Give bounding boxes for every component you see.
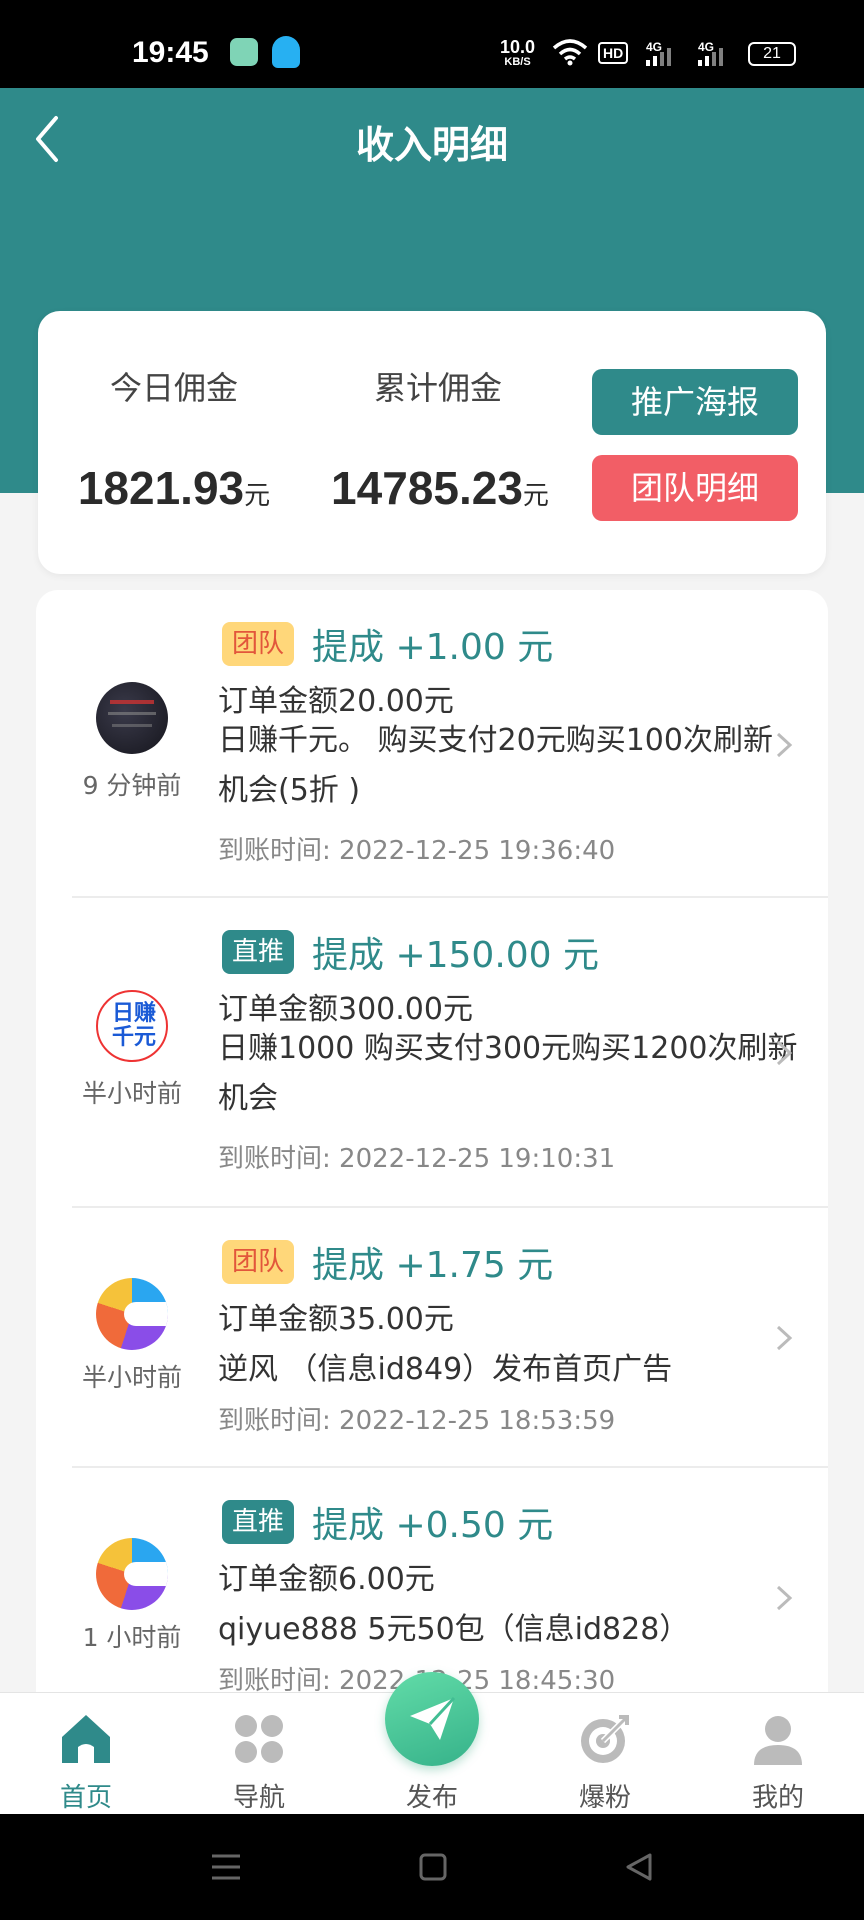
order-amount: 订单金额6.00元 <box>218 1562 435 1597</box>
battery-icon: 21 <box>748 42 796 66</box>
target-icon <box>581 1715 629 1763</box>
status-time: 19:45 <box>132 36 209 69</box>
home-square-icon[interactable] <box>418 1852 448 1882</box>
record-time-ago: 9 分钟前 <box>82 771 182 800</box>
order-description: 逆风 （信息id849）发布首页广告 <box>218 1352 673 1387</box>
qq-icon <box>272 36 300 68</box>
list-item[interactable]: 9 分钟前 团队 提成 +1.00 元 订单金额20.00元 日赚千元。 购买支… <box>36 590 828 898</box>
income-record-list: 9 分钟前 团队 提成 +1.00 元 订单金额20.00元 日赚千元。 购买支… <box>36 590 828 1692</box>
colorful-c-logo-avatar <box>96 1538 168 1610</box>
paper-plane-icon <box>410 1696 456 1740</box>
back-triangle-icon[interactable] <box>624 1852 654 1882</box>
record-time-ago: 1 小时前 <box>82 1623 182 1652</box>
publish-button[interactable] <box>385 1672 479 1766</box>
chevron-right-icon <box>776 1585 793 1611</box>
signal-icon-2 <box>698 48 723 66</box>
arrival-time: 到账时间: 2022-12-25 19:36:40 <box>218 836 616 866</box>
today-commission-label: 今日佣金 <box>109 369 238 407</box>
list-item[interactable]: 半小时前 团队 提成 +1.75 元 订单金额35.00元 逆风 （信息id84… <box>36 1208 828 1468</box>
chevron-right-icon <box>776 1040 793 1066</box>
direct-tag: 直推 <box>222 930 295 974</box>
nav-mine[interactable]: 我的 <box>718 1693 838 1815</box>
record-time-ago: 半小时前 <box>81 1079 182 1108</box>
commission-summary-card: 今日佣金 累计佣金 1821.93元 14785.23元 推广海报 团队明细 <box>38 311 826 574</box>
order-description: qiyue888 5元50包（信息id828） <box>218 1612 690 1647</box>
commission-amount: 提成 +0.50 元 <box>312 1505 554 1546</box>
colorful-c-logo-avatar <box>96 1278 168 1350</box>
menu-icon[interactable] <box>210 1852 242 1882</box>
signal-icon-1 <box>646 48 671 66</box>
nav-navigate[interactable]: 导航 <box>199 1693 319 1815</box>
commission-amount: 提成 +1.75 元 <box>312 1245 554 1286</box>
nav-mine-label: 我的 <box>751 1783 804 1813</box>
direct-tag: 直推 <box>222 1500 295 1544</box>
dark-photo-avatar <box>96 682 168 754</box>
arrival-time: 到账时间: 2022-12-25 19:10:31 <box>218 1144 616 1174</box>
nav-home[interactable]: 首页 <box>26 1693 146 1815</box>
commission-amount: 提成 +150.00 元 <box>312 935 600 976</box>
total-commission-label: 累计佣金 <box>373 369 502 407</box>
order-amount: 订单金额300.00元 <box>218 992 473 1027</box>
order-amount: 订单金额20.00元 <box>218 684 454 719</box>
notification-app-icon <box>230 38 258 66</box>
chevron-right-icon <box>776 1325 793 1351</box>
today-commission-value: 1821.93元 <box>77 462 271 514</box>
home-icon <box>62 1715 110 1763</box>
team-tag: 团队 <box>222 1240 295 1284</box>
record-time-ago: 半小时前 <box>81 1363 182 1392</box>
net-speed: 10.0 KB/S <box>500 37 536 68</box>
user-icon <box>754 1716 802 1765</box>
commission-amount: 提成 +1.00 元 <box>312 627 554 668</box>
status-bar: 19:45 10.0 KB/S HD 4G 4G 21 <box>0 0 864 88</box>
promotion-poster-button[interactable]: 推广海报 <box>592 369 798 435</box>
order-description: 日赚千元。 购买支付20元购买100次刷新机会(5折 ) <box>218 723 773 808</box>
hd-badge: HD <box>598 42 629 64</box>
arrival-time: 到账时间: 2022-12-25 18:53:59 <box>218 1406 616 1436</box>
order-amount: 订单金额35.00元 <box>218 1302 454 1337</box>
nav-boost-label: 爆粉 <box>578 1783 631 1813</box>
chevron-right-icon <box>776 732 793 758</box>
system-navigation-bar <box>0 1814 864 1920</box>
order-description: 日赚1000 购买支付300元购买1200次刷新机会 <box>218 1031 798 1116</box>
nav-publish-label: 发布 <box>405 1783 458 1813</box>
list-item[interactable]: 日赚 千元 半小时前 直推 提成 +150.00 元 订单金额300.00元 日赚… <box>36 898 828 1208</box>
nav-boost[interactable]: 爆粉 <box>545 1693 665 1815</box>
ri-zhuan-qian-yuan-avatar: 日赚 千元 <box>96 990 168 1062</box>
total-commission-value: 14785.23元 <box>331 462 549 514</box>
nav-home-label: 首页 <box>59 1783 112 1813</box>
team-detail-button[interactable]: 团队明细 <box>592 455 798 521</box>
page-title: 收入明细 <box>355 123 508 167</box>
list-item[interactable]: 1 小时前 直推 提成 +0.50 元 订单金额6.00元 qiyue888 5… <box>36 1468 828 1692</box>
wifi-icon <box>552 39 588 66</box>
nav-navigate-label: 导航 <box>232 1783 285 1813</box>
grid-clover-icon <box>235 1715 283 1763</box>
team-tag: 团队 <box>222 622 295 666</box>
